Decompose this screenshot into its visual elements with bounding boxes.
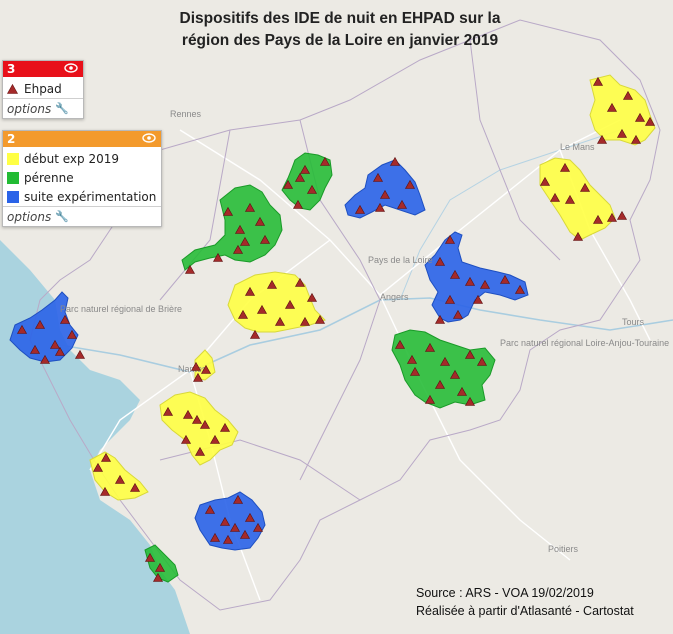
eye-icon[interactable] — [64, 63, 78, 73]
swatch-blue — [7, 190, 19, 203]
map-canvas[interactable]: Rennes Le Mans Pays de la Loire Angers N… — [0, 0, 673, 634]
legend-zone-item-suite: suite expérimentation — [3, 187, 161, 206]
label-tours: Tours — [622, 317, 645, 327]
label-parc-loire-anjou: Parc naturel régional Loire-Anjou-Tourai… — [500, 338, 669, 348]
legend-zones-number: 2 — [7, 132, 16, 146]
label-le-mans: Le Mans — [560, 142, 595, 152]
legend-ehpad-header: 3 — [3, 61, 83, 77]
label-poitiers: Poitiers — [548, 544, 579, 554]
wrench-icon[interactable]: 🔧 — [55, 210, 69, 223]
legend-ehpad-item: Ehpad — [3, 77, 83, 98]
legend-ehpad-layer: 3 Ehpad options 🔧 — [2, 60, 84, 119]
label-parc-briere: Parc naturel régional de Brière — [60, 304, 182, 314]
label-rennes: Rennes — [170, 109, 202, 119]
zone-green-maine-et-loire — [391, 329, 496, 409]
legend-ehpad-number: 3 — [7, 62, 16, 76]
legend-ehpad-label: Ehpad — [24, 81, 62, 96]
zone-blue-mayenne-east — [344, 159, 426, 219]
legend-zone-label-perenne: pérenne — [24, 170, 74, 185]
eye-icon[interactable] — [142, 133, 156, 143]
legend-zone-item-perenne: pérenne — [3, 168, 161, 187]
triangle-icon — [7, 83, 18, 94]
legend-zones-options[interactable]: options 🔧 — [3, 206, 161, 226]
source-line2: Réalisée à partir d'Atlasanté - Cartosta… — [416, 604, 634, 618]
legend-ehpad-options[interactable]: options 🔧 — [3, 98, 83, 118]
legend-zone-label-debut: début exp 2019 — [24, 151, 119, 166]
legend-zones-options-label: options — [7, 209, 52, 224]
zone-yellow-loire-atlantique — [227, 271, 326, 333]
map-title-line1: Dispositifs des IDE de nuit en EHPAD sur… — [179, 10, 501, 27]
map-source: Source : ARS - VOA 19/02/2019 Réalisée à… — [416, 584, 634, 620]
legend-zone-item-debut: début exp 2019 — [3, 147, 161, 168]
zone-yellow-sarthe-south — [539, 157, 616, 241]
swatch-green — [7, 171, 19, 184]
legend-zones-layer: 2 début exp 2019 pérenne suite expérimen… — [2, 130, 162, 227]
wrench-icon[interactable]: 🔧 — [55, 102, 69, 115]
ehpad-marker[interactable] — [74, 349, 86, 359]
source-line1: Source : ARS - VOA 19/02/2019 — [416, 586, 594, 600]
ehpad-marker[interactable] — [616, 210, 628, 220]
legend-zone-label-suite: suite expérimentation — [24, 189, 157, 204]
map-title: Dispositifs des IDE de nuit en EHPAD sur… — [140, 8, 540, 52]
legend-ehpad-options-label: options — [7, 101, 52, 116]
map-title-line2: région des Pays de la Loire en janvier 2… — [181, 32, 499, 49]
label-pays-de-la-loire: Pays de la Loire — [368, 255, 433, 265]
zone-green-mayenne-west — [181, 184, 283, 271]
label-angers: Angers — [380, 292, 409, 302]
zone-yellow-vendee-coast — [89, 451, 149, 501]
legend-zones-header: 2 — [3, 131, 161, 147]
swatch-yellow — [7, 152, 19, 165]
